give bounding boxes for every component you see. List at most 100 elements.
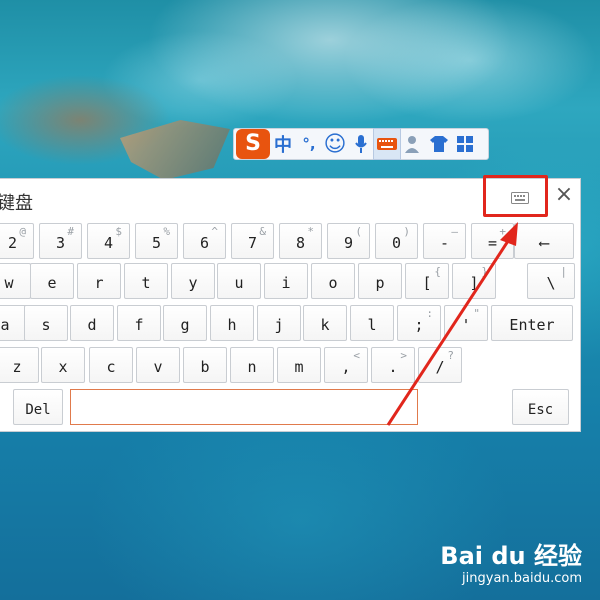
- key-3-9[interactable]: l: [350, 305, 394, 341]
- key-2-11[interactable]: ]}: [452, 263, 496, 299]
- key-main-label: ⟵: [539, 234, 549, 252]
- space-bar[interactable]: [70, 389, 418, 425]
- emoji-icon[interactable]: ☺: [322, 129, 348, 159]
- key-1-5[interactable]: 6 ^: [183, 223, 226, 259]
- key-3-10[interactable]: ;:: [397, 305, 441, 341]
- toolbox-icon[interactable]: [452, 129, 478, 159]
- key-shift-label: |: [560, 265, 567, 278]
- key-4-2[interactable]: x: [41, 347, 85, 383]
- del-key[interactable]: Del: [13, 389, 63, 425]
- key-2-1[interactable]: w: [0, 263, 31, 299]
- key-2-7[interactable]: i: [264, 263, 308, 299]
- key-2-3[interactable]: r: [77, 263, 121, 299]
- key-4-7[interactable]: m: [277, 347, 321, 383]
- punctuation-icon[interactable]: °,: [296, 129, 322, 159]
- key-main-label: 5: [151, 234, 162, 252]
- sogou-logo-icon[interactable]: S: [236, 129, 270, 159]
- key-3-3[interactable]: d: [70, 305, 114, 341]
- key-shift-label: +: [499, 225, 506, 238]
- key-1-10[interactable]: - —: [423, 223, 466, 259]
- esc-key[interactable]: Esc: [512, 389, 569, 425]
- key-4-1[interactable]: z: [0, 347, 39, 383]
- microphone-icon[interactable]: [348, 129, 374, 159]
- key-1-9[interactable]: 0): [375, 223, 418, 259]
- ime-toolbar: S 中 °, ☺: [233, 128, 489, 160]
- key-shift-label: }: [481, 265, 488, 278]
- key-3-6[interactable]: h: [210, 305, 254, 341]
- key-main-label: .: [388, 358, 398, 376]
- baidu-jingyan-watermark: Bai du 经验 jingyan.baidu.com: [440, 536, 582, 586]
- key-main-label: o: [328, 274, 338, 292]
- keyboard-title: 键盘: [0, 193, 33, 214]
- key-main-label: e: [47, 274, 57, 292]
- key-main-label: p: [375, 274, 385, 292]
- key-2-10[interactable]: [{: [405, 263, 449, 299]
- key-main-label: ': [461, 316, 471, 334]
- key-1-8[interactable]: 9(: [327, 223, 370, 259]
- key-2-2[interactable]: e: [30, 263, 74, 299]
- key-main-label: ]: [469, 274, 479, 292]
- key-2-12[interactable]: \ |: [527, 263, 575, 299]
- key-main-label: i: [281, 274, 291, 292]
- key-main-label: Enter: [509, 316, 555, 334]
- key-shift-label: &: [259, 225, 266, 238]
- key-main-label: 2: [7, 234, 18, 252]
- key-4-3[interactable]: c: [89, 347, 133, 383]
- key-4-5[interactable]: b: [183, 347, 227, 383]
- key-2-4[interactable]: t: [124, 263, 168, 299]
- key-2-8[interactable]: o: [311, 263, 355, 299]
- key-4-9[interactable]: . >: [371, 347, 415, 383]
- chinese-mode-icon[interactable]: 中: [270, 129, 296, 159]
- key-shift-label: %: [163, 225, 170, 238]
- key-4-4[interactable]: v: [136, 347, 180, 383]
- watermark-url: jingyan.baidu.com: [462, 571, 582, 586]
- key-main-label: y: [188, 274, 198, 292]
- key-main-label: f: [134, 316, 144, 334]
- close-button[interactable]: ×: [553, 184, 575, 207]
- key-3-5[interactable]: g: [163, 305, 207, 341]
- key-main-label: u: [234, 274, 244, 292]
- key-main-label: 7: [247, 234, 258, 252]
- key-3-12[interactable]: Enter: [491, 305, 573, 341]
- key-shift-label: ": [473, 307, 480, 320]
- key-main-label: m: [294, 358, 304, 376]
- key-1-3[interactable]: 4 $: [87, 223, 130, 259]
- key-main-label: =: [487, 234, 498, 252]
- key-1-1[interactable]: 2 @: [0, 223, 34, 259]
- key-1-6[interactable]: 7 &: [231, 223, 274, 259]
- key-shift-label: :: [426, 307, 433, 320]
- key-main-label: n: [247, 358, 257, 376]
- watermark-logo: Bai du 经验: [440, 542, 582, 570]
- key-3-11[interactable]: ' ": [444, 305, 488, 341]
- key-main-label: h: [227, 316, 237, 334]
- soft-keyboard-icon[interactable]: [373, 128, 401, 160]
- key-2-5[interactable]: y: [171, 263, 215, 299]
- key-main-label: ,: [341, 358, 351, 376]
- skin-shirt-icon[interactable]: [426, 129, 452, 159]
- key-shift-label: ): [403, 225, 410, 238]
- key-main-label: 0: [391, 234, 402, 252]
- key-1-7[interactable]: 8 *: [279, 223, 322, 259]
- key-2-9[interactable]: p: [358, 263, 402, 299]
- key-main-label: -: [439, 234, 450, 252]
- key-shift-label: #: [67, 225, 74, 238]
- key-1-4[interactable]: 5%: [135, 223, 178, 259]
- key-1-2[interactable]: 3 #: [39, 223, 82, 259]
- key-3-4[interactable]: f: [117, 305, 161, 341]
- key-main-label: \: [546, 274, 556, 292]
- key-shift-label: {: [434, 265, 441, 278]
- key-3-7[interactable]: j: [257, 305, 301, 341]
- key-4-6[interactable]: n: [230, 347, 274, 383]
- key-main-label: a: [0, 316, 10, 334]
- key-4-8[interactable]: , <: [324, 347, 368, 383]
- key-main-label: d: [87, 316, 97, 334]
- key-shift-label: (: [355, 225, 362, 238]
- key-1-11[interactable]: = +: [471, 223, 514, 259]
- key-3-8[interactable]: k: [303, 305, 347, 341]
- key-3-2[interactable]: s: [24, 305, 68, 341]
- key-3-1[interactable]: a: [0, 305, 27, 341]
- user-icon[interactable]: [400, 129, 426, 159]
- key-2-6[interactable]: u: [217, 263, 261, 299]
- key-1-12[interactable]: ⟵: [514, 223, 574, 259]
- key-4-10[interactable]: /?: [418, 347, 462, 383]
